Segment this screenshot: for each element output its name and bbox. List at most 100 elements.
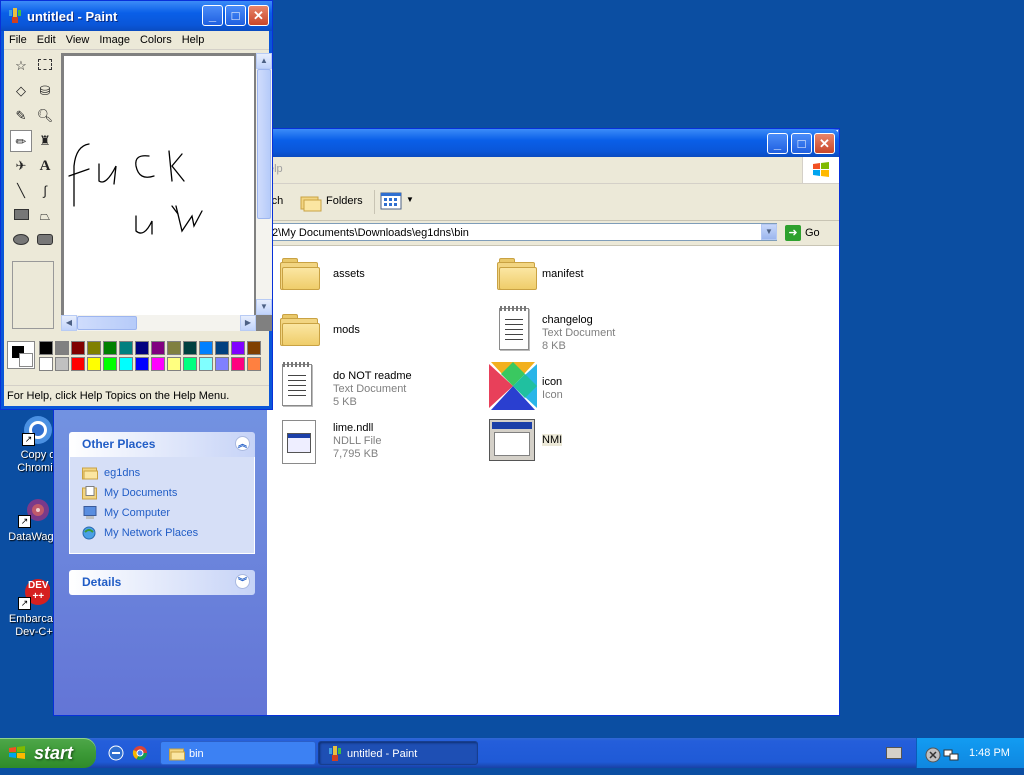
file-item-changelog[interactable]: changelog Text Document 8 KB: [493, 306, 703, 354]
menu-image[interactable]: Image: [94, 31, 135, 49]
color-swatch[interactable]: [247, 341, 261, 355]
color-swatch[interactable]: [87, 341, 101, 355]
color-swatch[interactable]: [215, 341, 229, 355]
tool-options-box[interactable]: [12, 261, 54, 329]
go-button[interactable]: ➜ Go: [785, 223, 833, 243]
color-picker-icon[interactable]: ✎: [10, 105, 32, 127]
views-button[interactable]: ▼: [380, 192, 414, 212]
menu-colors[interactable]: Colors: [135, 31, 177, 49]
file-item-lime-ndll[interactable]: lime.ndll NDLL File 7,795 KB: [276, 418, 486, 466]
scroll-down-button[interactable]: ▼: [256, 299, 272, 315]
color-swatch[interactable]: [151, 341, 165, 355]
paint-title: untitled - Paint: [27, 9, 118, 24]
magnifier-icon[interactable]: 🔍︎: [34, 105, 56, 127]
color-swatch[interactable]: [199, 357, 213, 371]
color-swatch[interactable]: [151, 357, 165, 371]
tray-app-icon[interactable]: [925, 745, 941, 763]
place-link-my-network-places[interactable]: My Network Places: [82, 523, 254, 543]
file-item-mods[interactable]: mods: [276, 306, 486, 354]
color-swatch[interactable]: [183, 341, 197, 355]
menu-view[interactable]: View: [61, 31, 95, 49]
color-swatch[interactable]: [231, 357, 245, 371]
folder-icon: [276, 250, 324, 298]
file-item-icon[interactable]: icon Icon: [489, 362, 699, 410]
scroll-right-button[interactable]: ▶: [240, 315, 256, 331]
maximize-button[interactable]: □: [225, 5, 246, 26]
file-item-assets[interactable]: assets: [276, 250, 486, 298]
scroll-left-button[interactable]: ◀: [61, 315, 77, 331]
ellipse-tool-icon[interactable]: [10, 230, 32, 252]
paint-titlebar[interactable]: untitled - Paint _ □ ✕: [1, 1, 272, 31]
pencil-icon[interactable]: ✏: [10, 130, 32, 152]
place-link-my-documents[interactable]: My Documents: [82, 483, 254, 503]
polygon-tool-icon[interactable]: ⏢: [34, 205, 56, 227]
canvas-vertical-scrollbar[interactable]: ▲ ▼: [256, 53, 272, 315]
color-swatch[interactable]: [167, 357, 181, 371]
quicklaunch-chrome-icon[interactable]: [132, 745, 148, 761]
maximize-button[interactable]: □: [791, 133, 812, 154]
address-dropdown-button[interactable]: ▼: [761, 224, 777, 240]
address-input[interactable]: 2\My Documents\Downloads\eg1dns\bin: [267, 223, 777, 241]
start-button[interactable]: start: [0, 738, 96, 768]
current-colors[interactable]: [7, 341, 35, 369]
minimize-button[interactable]: _: [767, 133, 788, 154]
scroll-thumb-vertical[interactable]: [257, 69, 271, 219]
place-link-my-computer[interactable]: My Computer: [82, 503, 254, 523]
rect-select-icon[interactable]: [34, 55, 56, 77]
brush-icon[interactable]: ♜: [34, 130, 56, 152]
close-button[interactable]: ✕: [248, 5, 269, 26]
other-places-header[interactable]: Other Places ︽: [69, 432, 255, 457]
color-swatch[interactable]: [135, 357, 149, 371]
color-swatch[interactable]: [231, 341, 245, 355]
canvas-horizontal-scrollbar[interactable]: ◀ ▶: [61, 315, 256, 331]
quicklaunch-show-desktop-icon[interactable]: [108, 745, 124, 761]
taskbar-button-paint[interactable]: untitled - Paint: [318, 741, 478, 765]
details-header[interactable]: Details ︾: [69, 570, 255, 595]
color-swatch[interactable]: [71, 357, 85, 371]
free-select-icon[interactable]: ☆: [10, 55, 32, 77]
color-swatch[interactable]: [135, 341, 149, 355]
airbrush-icon[interactable]: ✈: [10, 155, 32, 177]
minimize-button[interactable]: _: [202, 5, 223, 26]
keyboard-icon[interactable]: [886, 747, 902, 759]
color-swatch[interactable]: [199, 341, 213, 355]
color-swatch[interactable]: [71, 341, 85, 355]
rectangle-tool-icon[interactable]: [10, 205, 32, 227]
expand-icon[interactable]: ︾: [235, 574, 250, 589]
color-swatch[interactable]: [103, 357, 117, 371]
color-swatch[interactable]: [119, 357, 133, 371]
file-item-nmi[interactable]: NMI: [489, 418, 699, 466]
color-swatch[interactable]: [55, 357, 69, 371]
close-button[interactable]: ✕: [814, 133, 835, 154]
file-item-do-not-readme[interactable]: do NOT readme Text Document 5 KB: [276, 362, 486, 410]
folders-button[interactable]: Folders: [298, 190, 368, 214]
color-swatch[interactable]: [183, 357, 197, 371]
menu-file[interactable]: File: [4, 31, 32, 49]
color-swatch[interactable]: [87, 357, 101, 371]
curve-tool-icon[interactable]: ∫: [34, 180, 56, 202]
eraser-icon[interactable]: ◇: [10, 80, 32, 102]
clock[interactable]: 1:48 PM: [969, 738, 1010, 768]
taskbar-button-bin[interactable]: bin: [160, 741, 316, 765]
fill-bucket-icon[interactable]: ⛁: [34, 80, 56, 102]
color-swatch[interactable]: [103, 341, 117, 355]
tray-network-icon[interactable]: [943, 745, 959, 761]
collapse-icon[interactable]: ︽: [235, 436, 250, 451]
color-swatch[interactable]: [39, 341, 53, 355]
color-swatch[interactable]: [55, 341, 69, 355]
place-link-eg1dns[interactable]: eg1dns: [82, 463, 254, 483]
color-swatch[interactable]: [167, 341, 181, 355]
color-swatch[interactable]: [39, 357, 53, 371]
scroll-up-button[interactable]: ▲: [256, 53, 272, 69]
menu-edit[interactable]: Edit: [32, 31, 61, 49]
menu-help[interactable]: Help: [177, 31, 210, 49]
line-tool-icon[interactable]: ╲: [10, 180, 32, 202]
scroll-thumb-horizontal[interactable]: [77, 316, 137, 330]
rounded-rect-tool-icon[interactable]: [34, 230, 56, 252]
file-item-manifest[interactable]: manifest: [493, 250, 703, 298]
text-tool-icon[interactable]: A: [34, 155, 56, 177]
color-swatch[interactable]: [119, 341, 133, 355]
color-swatch[interactable]: [247, 357, 261, 371]
color-swatch[interactable]: [215, 357, 229, 371]
drawing-canvas[interactable]: [64, 56, 254, 318]
